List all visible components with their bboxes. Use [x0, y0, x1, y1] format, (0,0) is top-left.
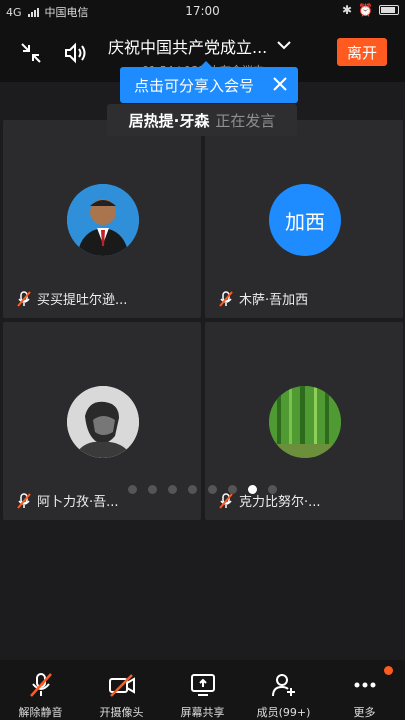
mic-muted-icon: [17, 290, 31, 307]
page-dot[interactable]: [168, 485, 177, 494]
bluetooth-icon: ✱: [341, 3, 353, 17]
avatar: [67, 386, 139, 458]
screen-share-icon: [190, 674, 215, 696]
close-icon[interactable]: [272, 76, 288, 96]
more-label: 更多: [353, 706, 376, 719]
mic-muted-icon: [17, 492, 31, 509]
unmute-label: 解除静音: [18, 706, 63, 719]
participant-name: 木萨·吾加西: [239, 293, 309, 308]
page-dot[interactable]: [208, 485, 217, 494]
speaker-name: 居热提·牙森: [128, 111, 210, 130]
avatar: 加西: [269, 184, 341, 256]
more-button[interactable]: 更多: [324, 666, 405, 720]
participant-tile[interactable]: 加西 木萨·吾加西: [205, 120, 403, 318]
status-bar: 4G 中国电信 17:00 ✱ ⏰: [0, 0, 405, 22]
mic-muted-icon: [219, 492, 233, 509]
participant-tile[interactable]: 买买提吐尔逊...: [3, 120, 201, 318]
chevron-down-icon[interactable]: [275, 36, 293, 54]
members-label: 成员(99+): [256, 706, 311, 719]
avatar: [67, 184, 139, 256]
page-dot[interactable]: [148, 485, 157, 494]
avatar: [269, 386, 341, 458]
more-icon: [354, 682, 375, 688]
camera-off-icon: [108, 674, 135, 697]
battery-icon: [379, 5, 399, 15]
page-dot-active[interactable]: [248, 485, 257, 494]
share-tooltip[interactable]: 点击可分享入会号: [120, 61, 298, 103]
page-dot[interactable]: [268, 485, 277, 494]
speaker-icon[interactable]: [62, 40, 90, 66]
mic-muted-icon: [219, 290, 233, 307]
leave-button[interactable]: 离开: [337, 38, 387, 66]
minimize-icon[interactable]: [18, 40, 44, 66]
page-dot[interactable]: [228, 485, 237, 494]
unmute-button[interactable]: 解除静音: [0, 672, 81, 720]
members-button[interactable]: 成员(99+): [243, 672, 324, 720]
active-speaker-banner: 居热提·牙森 正在发言: [107, 104, 297, 136]
camera-button[interactable]: 开摄像头: [81, 672, 162, 720]
add-member-icon: [271, 674, 295, 697]
mic-muted-icon: [29, 673, 52, 697]
share-screen-button[interactable]: 屏幕共享: [162, 672, 243, 720]
camera-label: 开摄像头: [99, 706, 144, 719]
speaker-status: 正在发言: [215, 111, 276, 130]
page-dot[interactable]: [188, 485, 197, 494]
alarm-icon: ⏰: [358, 3, 373, 17]
participant-name: 买买提吐尔逊...: [37, 293, 128, 308]
page-indicator[interactable]: [0, 485, 405, 494]
share-screen-label: 屏幕共享: [180, 706, 225, 719]
share-tooltip-text: 点击可分享入会号: [134, 76, 255, 95]
page-dot[interactable]: [128, 485, 137, 494]
meeting-title: 庆祝中国共产党成立...: [108, 38, 268, 57]
notification-dot: [384, 666, 393, 675]
bottom-toolbar: 解除静音 开摄像头 屏幕共享 成员(99+) 更多: [0, 660, 405, 720]
